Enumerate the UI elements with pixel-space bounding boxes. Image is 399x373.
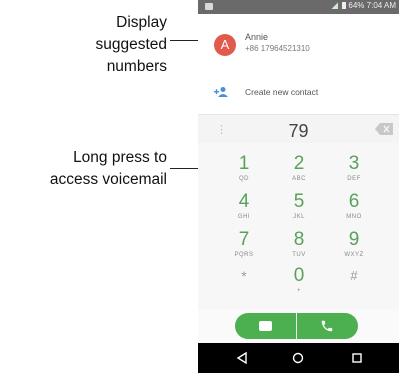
- status-right: 64% 7:04 AM: [331, 1, 396, 10]
- phone-icon: [321, 320, 333, 332]
- call-button-bar: [235, 313, 358, 339]
- key-digit: 5: [293, 191, 305, 212]
- key-star[interactable]: *: [214, 265, 274, 303]
- key-7[interactable]: 7 PQRS: [214, 229, 274, 267]
- video-call-icon: [259, 321, 272, 331]
- notification-icon: [205, 3, 213, 10]
- voice-call-button[interactable]: [297, 313, 358, 339]
- create-contact-row[interactable]: Create new contact: [198, 80, 399, 106]
- create-contact-label: Create new contact: [245, 87, 319, 97]
- suggestion-panel: A Annie +86 17964521310 Create new conta…: [198, 14, 399, 114]
- key-digit: 7: [238, 229, 250, 250]
- key-hash[interactable]: #: [324, 265, 384, 303]
- callout-text: Long press to: [73, 149, 167, 166]
- backspace-icon[interactable]: [375, 123, 393, 135]
- navigation-bar: [198, 343, 399, 373]
- key-letters: WXYZ: [344, 252, 364, 258]
- key-1[interactable]: 1 QD: [214, 153, 274, 191]
- contact-name: Annie: [245, 32, 269, 42]
- key-letters: JKL: [293, 214, 305, 220]
- callout-text: suggested: [95, 36, 167, 53]
- key-digit: 3: [348, 153, 360, 174]
- key-digit: *: [241, 268, 247, 284]
- callout-text: numbers: [106, 58, 167, 75]
- battery-icon: [342, 2, 347, 9]
- key-8[interactable]: 8 TUV: [269, 229, 329, 267]
- recents-icon[interactable]: [352, 353, 362, 363]
- key-2[interactable]: 2 ABC: [269, 153, 329, 191]
- key-digit: 9: [348, 229, 360, 250]
- key-digit: 6: [348, 191, 360, 212]
- key-6[interactable]: 6 MNO: [324, 191, 384, 229]
- dial-input-row: ⋮ 79: [198, 115, 399, 143]
- key-letters: ABC: [292, 176, 306, 182]
- contact-number: +86 17964521310: [245, 44, 310, 53]
- status-text: 64% 7:04 AM: [348, 1, 396, 10]
- key-letters: TUV: [292, 252, 306, 258]
- key-letters: GHI: [237, 214, 251, 220]
- key-letters: DEF: [347, 176, 361, 182]
- key-letters: MNO: [346, 214, 362, 220]
- home-icon[interactable]: [292, 352, 304, 364]
- key-letters: QD: [239, 176, 249, 182]
- phone-screen: 64% 7:04 AM A Annie +86 17964521310 Crea…: [198, 0, 399, 373]
- dialed-number[interactable]: 79: [198, 121, 399, 142]
- key-4[interactable]: 4 GHI: [214, 191, 274, 229]
- callout-text: Display: [116, 14, 167, 31]
- key-9[interactable]: 9 WXYZ: [324, 229, 384, 267]
- add-person-icon: [214, 87, 228, 97]
- key-digit: 1: [238, 153, 250, 174]
- dial-keypad: 1 QD 2 ABC 3 DEF 4 GHI 5 JKL 6 MNO 7 PQRS 8 TUV …: [198, 143, 399, 309]
- key-3[interactable]: 3 DEF: [324, 153, 384, 191]
- key-digit: 0: [293, 265, 305, 286]
- status-bar: 64% 7:04 AM: [198, 0, 399, 14]
- key-letters: +: [296, 288, 301, 294]
- avatar: A: [214, 34, 236, 56]
- video-call-button[interactable]: [235, 313, 296, 339]
- callout-text: access voicemail: [49, 171, 167, 188]
- key-digit: 4: [238, 191, 250, 212]
- back-icon[interactable]: [236, 352, 248, 364]
- signal-icon: [331, 2, 339, 9]
- key-digit: 2: [293, 153, 305, 174]
- voicemail-callout: Long press to access voicemail: [0, 147, 167, 191]
- suggested-numbers-callout: Display suggested numbers: [0, 12, 167, 78]
- key-digit: 8: [293, 229, 305, 250]
- key-5[interactable]: 5 JKL: [269, 191, 329, 229]
- key-digit: #: [350, 268, 358, 283]
- key-0[interactable]: 0 +: [269, 265, 329, 303]
- key-letters: PQRS: [234, 252, 254, 258]
